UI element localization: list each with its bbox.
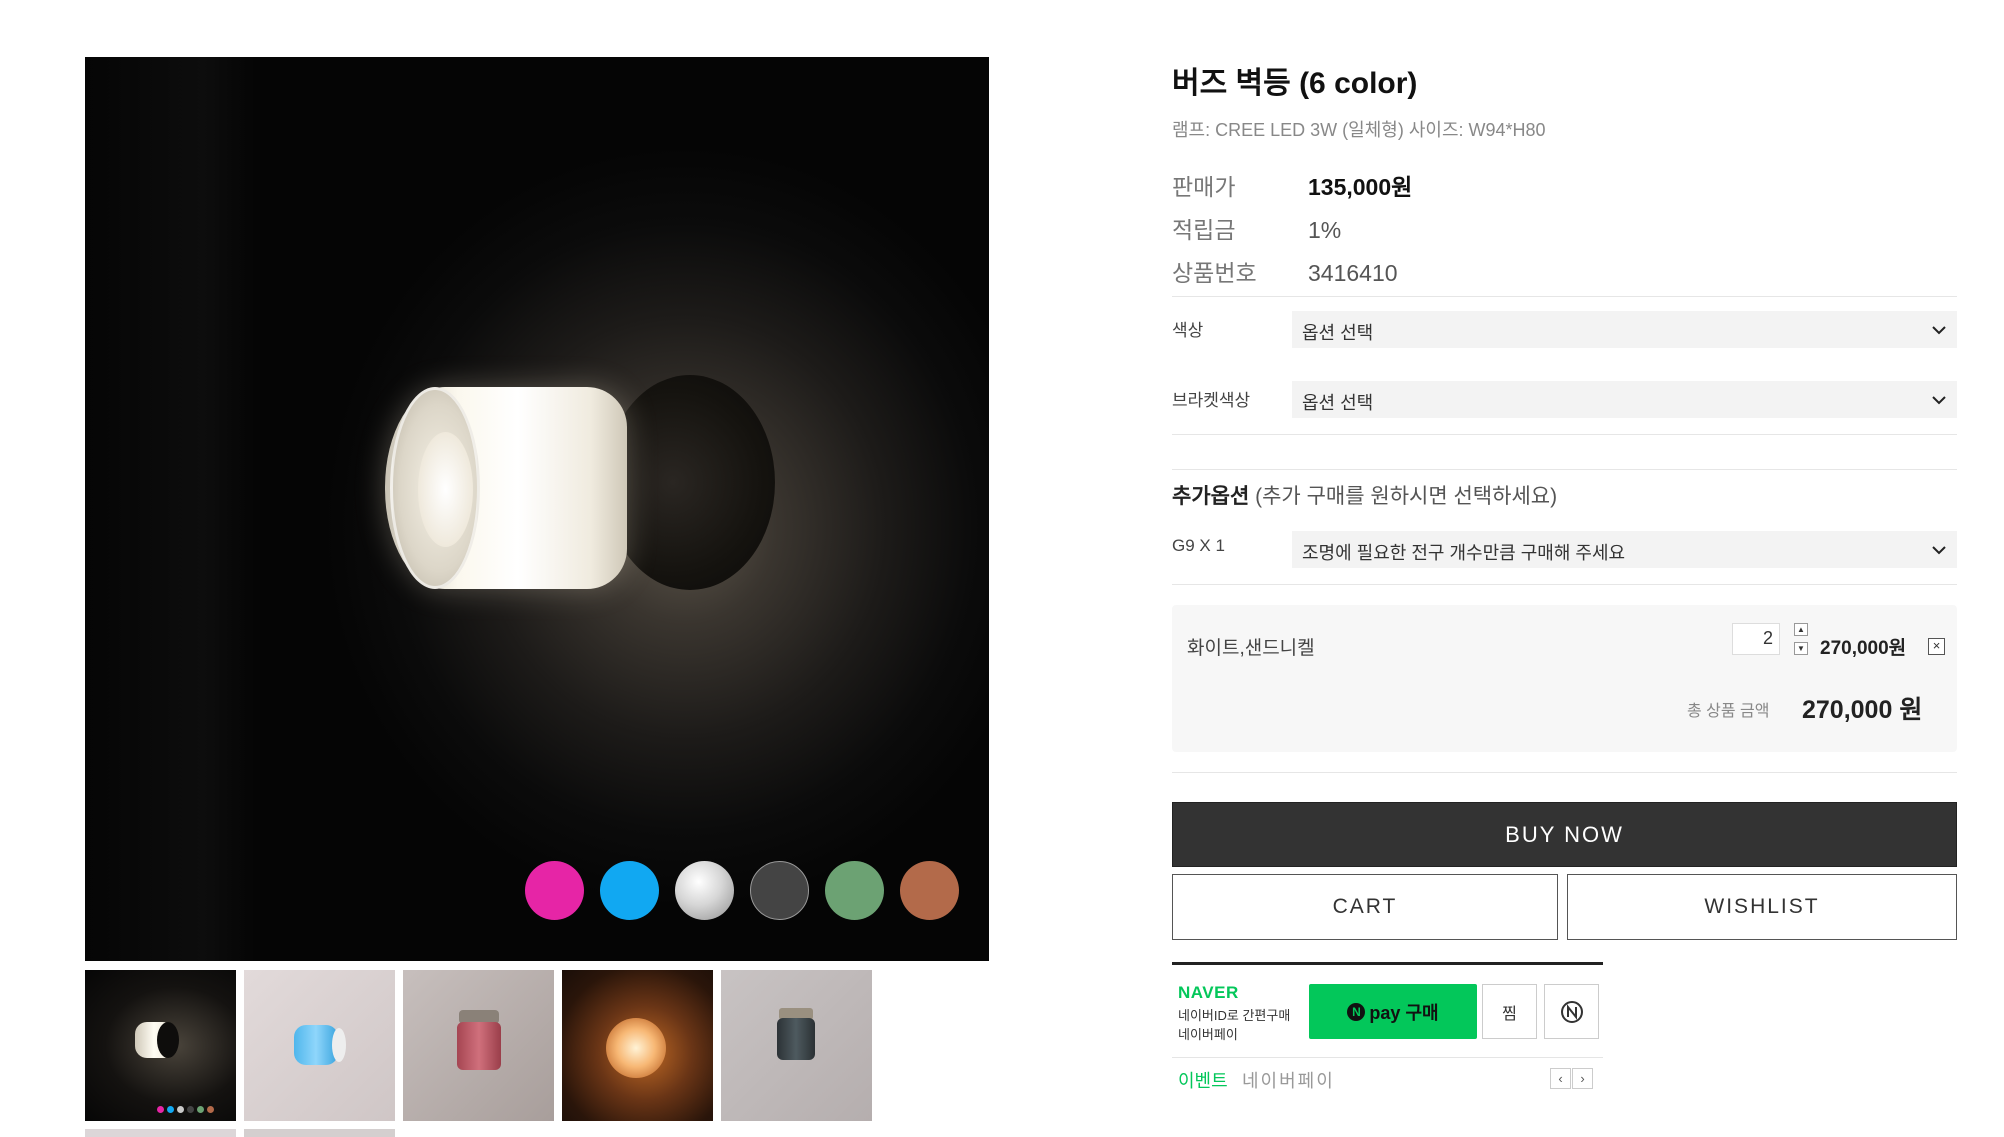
selected-item-price: 270,000원 [1820,638,1907,659]
code-label: 상품번호 [1172,260,1257,286]
naver-event-sub: 네이버페이 [1242,1071,1335,1091]
chevron-down-icon [1932,546,1946,555]
naver-event-link[interactable]: 이벤트 [1178,1067,1228,1093]
thumbnail-2[interactable] [244,970,395,1121]
lamp-base [605,375,775,590]
color-swatch-pink [525,861,584,920]
remove-item-button[interactable]: × [1928,638,1945,655]
bracket-color-select[interactable]: 옵션 선택 [1292,381,1957,418]
product-title: 버즈 벽등 (6 color) [1172,67,1418,100]
chevron-down-icon [1932,396,1946,405]
event-prev-button[interactable]: ‹ [1550,1068,1571,1089]
g9-bulb-select[interactable]: 조명에 필요한 전구 개수만큼 구매해 주세요 [1292,531,1957,568]
price-value: 135,000원 [1308,174,1413,200]
thumbnail-row-2 [85,1129,395,1137]
color-swatch-copper [900,861,959,920]
color-select-value: 옵션 선택 [1302,323,1374,343]
extra-option-title-bold: 추가옵션 [1172,485,1250,508]
naver-pay-desc-2: 네이버페이 [1178,1027,1238,1042]
divider [1172,772,1957,773]
points-label: 적립금 [1172,217,1236,243]
selected-item-name: 화이트,샌드니켈 [1187,638,1315,659]
selected-item-box: 화이트,샌드니켈 2 ▲ ▼ 270,000원 × 총 상품 금액 270,00… [1172,605,1957,752]
product-main-image[interactable] [85,57,989,961]
wishlist-button[interactable]: WISHLIST [1567,874,1957,940]
thumbnail-7[interactable] [244,1129,395,1137]
g9-select-value: 조명에 필요한 전구 개수만큼 구매해 주세요 [1302,543,1626,563]
thumbnail-6[interactable] [85,1129,236,1137]
naver-pay-label: pay 구매 [1369,1002,1439,1023]
color-swatch-green [825,861,884,920]
naver-n-icon: N [1347,1002,1366,1021]
points-row: 적립금 1% [1172,211,1341,245]
wall-shadow [85,57,255,961]
thumbnail-4[interactable] [562,970,713,1121]
color-select[interactable]: 옵션 선택 [1292,311,1957,348]
naver-store-button[interactable] [1544,984,1599,1039]
naver-pay-desc-1: 네이버ID로 간편구매 [1178,1008,1291,1023]
color-swatch-sky-blue [600,861,659,920]
extra-option-title: 추가옵션 (추가 구매를 원하시면 선택하세요) [1172,480,1557,510]
price-label: 판매가 [1172,174,1236,200]
lamp-inner-glow [418,432,473,547]
divider [1172,296,1957,297]
event-next-button[interactable]: › [1572,1068,1593,1089]
naver-pay-buy-button[interactable]: N pay 구매 [1309,984,1477,1039]
buy-now-button[interactable]: BUY NOW [1172,802,1957,867]
thumbnail-strip [85,970,872,1121]
extra-option-title-rest: (추가 구매를 원하시면 선택하세요) [1249,485,1558,508]
thumbnail-1[interactable] [85,970,236,1121]
color-swatch-dark-gray [750,861,809,920]
points-value: 1% [1308,217,1342,243]
code-row: 상품번호 3416410 [1172,254,1398,288]
divider [1172,469,1957,470]
quantity-increase-button[interactable]: ▲ [1794,623,1808,636]
bracket-select-value: 옵션 선택 [1302,393,1374,413]
naver-divider [1172,1057,1603,1058]
naver-zzim-button[interactable]: 찜 [1482,984,1537,1039]
color-swatches [525,861,959,920]
price-row: 판매가 135,000원 [1172,168,1412,202]
total-amount: 270,000 원 [1802,696,1923,724]
g9-option-label: G9 X 1 [1172,536,1225,555]
naver-pay-box: NAVER 네이버ID로 간편구매 네이버페이 N pay 구매 찜 이벤트 네… [1172,962,1603,1091]
product-description: 램프: CREE LED 3W (일체형) 사이즈: W94*H80 [1172,120,1546,140]
divider [1172,434,1957,435]
divider [1172,584,1957,585]
cart-button[interactable]: CART [1172,874,1558,940]
naver-logo: NAVER [1178,983,1239,1002]
quantity-input[interactable]: 2 [1732,623,1780,655]
naver-store-icon [1560,1000,1583,1023]
thumbnail-3[interactable] [403,970,554,1121]
bracket-option-label: 브라켓색상 [1172,391,1251,410]
color-swatch-silver [675,861,734,920]
thumbnail-5[interactable] [721,970,872,1121]
code-value: 3416410 [1308,260,1398,286]
quantity-decrease-button[interactable]: ▼ [1794,642,1808,655]
total-label: 총 상품 금액 [1687,703,1770,720]
color-option-label: 색상 [1172,321,1204,340]
chevron-down-icon [1932,326,1946,335]
